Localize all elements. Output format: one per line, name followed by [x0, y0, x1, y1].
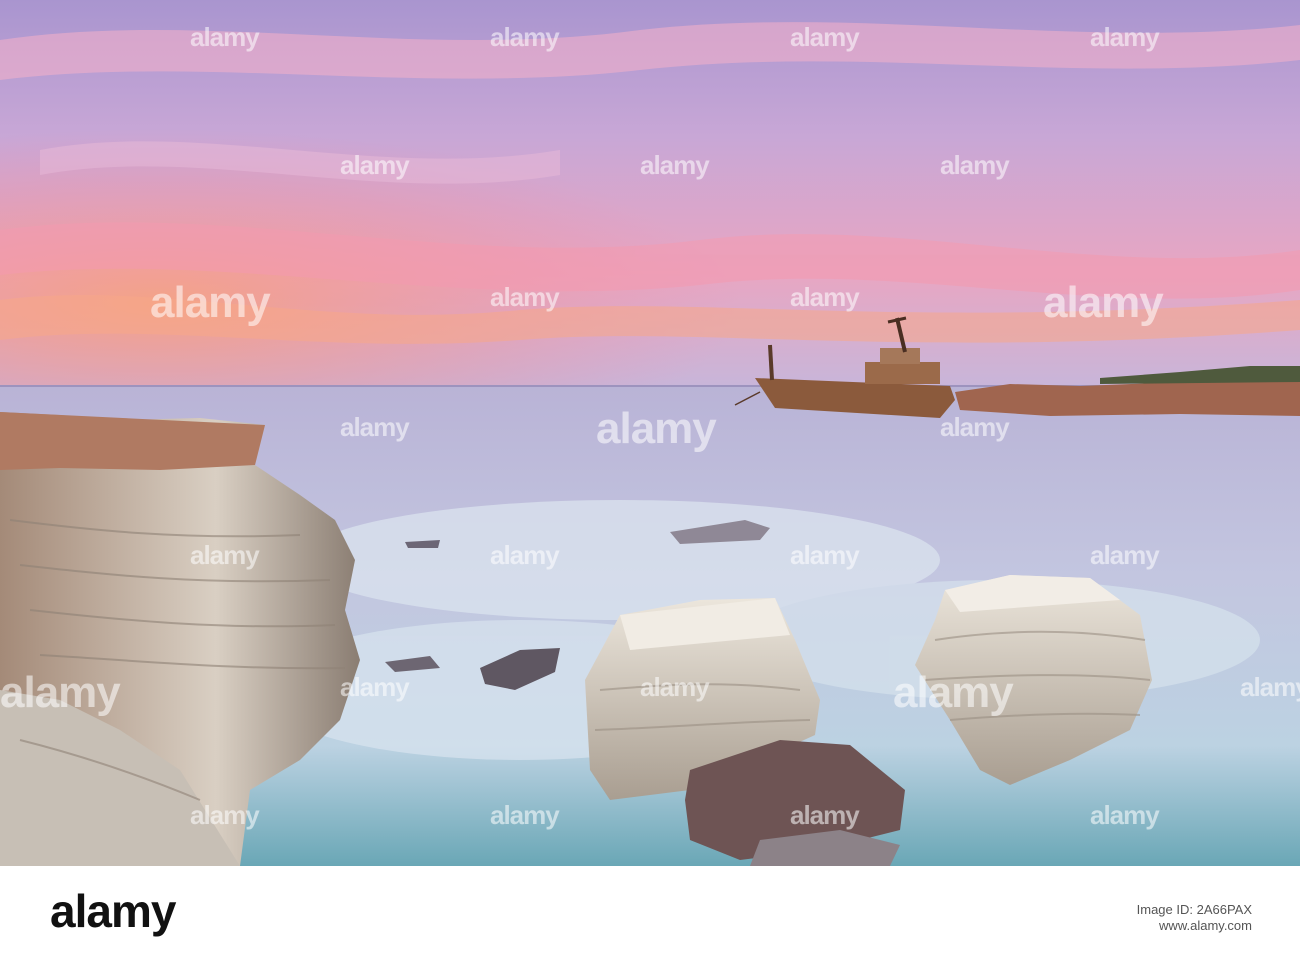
watermark: alamy — [790, 800, 860, 830]
watermark: alamy — [490, 22, 560, 52]
watermark: alamy — [490, 282, 560, 312]
watermark: alamy — [490, 540, 560, 570]
watermark: alamy — [1090, 22, 1160, 52]
watermark: alamy — [190, 22, 260, 52]
footer-info: Image ID: 2A66PAX www.alamy.com — [1137, 902, 1252, 934]
watermark: alamy — [340, 672, 410, 702]
watermark: alamy — [340, 150, 410, 180]
footer-logo: alamy — [50, 885, 176, 937]
site-url: www.alamy.com — [1159, 918, 1252, 933]
watermark: alamy — [0, 668, 121, 717]
seascape-photo: alamy alamy alamy alamy alamy alamy alam… — [0, 0, 1300, 866]
watermark: alamy — [1090, 540, 1160, 570]
watermark: alamy — [596, 404, 717, 453]
watermark: alamy — [640, 672, 710, 702]
watermark: alamy — [190, 540, 260, 570]
watermark: alamy — [1043, 278, 1164, 327]
watermark: alamy — [150, 278, 271, 327]
image-id: Image ID: 2A66PAX — [1136, 902, 1252, 917]
watermark: alamy — [790, 540, 860, 570]
watermark: alamy — [340, 412, 410, 442]
watermark: alamy — [940, 150, 1010, 180]
watermark: alamy — [940, 412, 1010, 442]
distant-headland — [955, 380, 1300, 416]
watermark: alamy — [190, 800, 260, 830]
footer-bar: alamy Image ID: 2A66PAX www.alamy.com — [0, 866, 1300, 956]
watermark: alamy — [1240, 672, 1300, 702]
watermark: alamy — [893, 668, 1014, 717]
watermark: alamy — [790, 282, 860, 312]
watermark: alamy — [790, 22, 860, 52]
watermark: alamy — [490, 800, 560, 830]
watermark: alamy — [1090, 800, 1160, 830]
watermark: alamy — [640, 150, 710, 180]
